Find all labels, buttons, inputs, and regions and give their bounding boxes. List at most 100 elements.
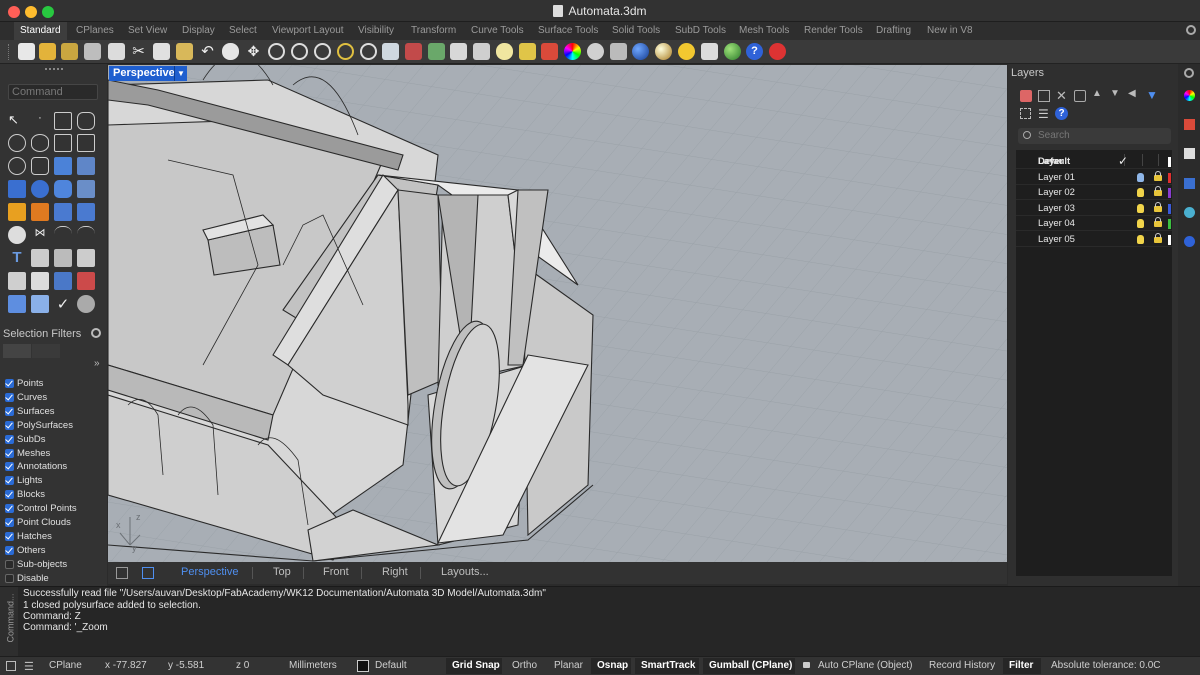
filter-checkbox[interactable] xyxy=(5,476,14,485)
new-file-icon[interactable] xyxy=(18,43,35,60)
tab-new-in-v8[interactable]: New in V8 xyxy=(927,22,973,40)
filter-checkbox[interactable] xyxy=(5,407,14,416)
tab-right[interactable]: Right xyxy=(382,566,408,578)
help-icon[interactable]: ? xyxy=(746,43,763,60)
filter-checkbox[interactable] xyxy=(5,518,14,527)
lock-icon[interactable] xyxy=(1154,201,1162,212)
gumball-icon[interactable] xyxy=(31,295,49,313)
array-icon[interactable] xyxy=(54,249,72,267)
tab-drafting[interactable]: Drafting xyxy=(876,22,911,40)
rectangle-icon[interactable] xyxy=(77,134,95,152)
polygon-icon[interactable] xyxy=(54,134,72,152)
filter-tab-point[interactable] xyxy=(3,344,31,358)
tab-surface-tools[interactable]: Surface Tools xyxy=(538,22,598,40)
extrude-surface-icon[interactable] xyxy=(77,157,95,175)
filter-tab-brush[interactable] xyxy=(32,344,60,358)
layer-row[interactable]: Layer 01 xyxy=(1016,170,1172,185)
delete-layer-icon[interactable]: ✕ xyxy=(1056,88,1067,104)
grid-array-icon[interactable] xyxy=(54,272,72,290)
options-icon[interactable] xyxy=(701,43,718,60)
undo-icon[interactable]: ↶ xyxy=(199,43,216,60)
filter-checkbox[interactable] xyxy=(5,462,14,471)
visibility-lightbulb-icon[interactable] xyxy=(1137,188,1144,197)
block-icon[interactable] xyxy=(77,272,95,290)
checkmark-icon[interactable]: ✓ xyxy=(54,295,72,313)
tab-top[interactable]: Top xyxy=(273,566,291,578)
tab-visibility[interactable]: Visibility xyxy=(358,22,394,40)
mesh-icon[interactable] xyxy=(77,180,95,198)
material-icon[interactable] xyxy=(610,43,627,60)
layer-row[interactable]: Layer 04 xyxy=(1016,216,1172,231)
single-viewport-icon[interactable] xyxy=(142,567,154,579)
new-layer-icon[interactable] xyxy=(1020,90,1032,102)
lock-icon[interactable] xyxy=(1154,186,1162,196)
materials-tab-icon[interactable] xyxy=(1184,207,1195,218)
filter-checkbox[interactable] xyxy=(5,504,14,513)
zoom-icon[interactable] xyxy=(268,43,285,60)
undo-view-icon[interactable] xyxy=(360,43,377,60)
zoom-window-icon[interactable] xyxy=(291,43,308,60)
four-viewports-icon[interactable] xyxy=(382,43,399,60)
save-icon[interactable] xyxy=(61,43,78,60)
fillet-curve-icon[interactable] xyxy=(31,157,49,175)
filter-checkbox[interactable] xyxy=(5,490,14,499)
layer-row[interactable]: Default ✓ xyxy=(1016,154,1172,169)
tab-cplanes[interactable]: CPlanes xyxy=(76,22,114,40)
move-out-icon[interactable]: ◀ xyxy=(1128,88,1136,99)
layer-color-swatch[interactable] xyxy=(1168,219,1171,229)
polyline-icon[interactable] xyxy=(54,112,72,130)
boolean-difference-icon[interactable] xyxy=(31,203,49,221)
viewport-canvas[interactable]: x y z xyxy=(108,65,1007,562)
auto-cplane-toggle[interactable]: Auto CPlane (Object) xyxy=(818,660,913,671)
filter-checkbox[interactable] xyxy=(5,393,14,402)
sphere-display-icon[interactable] xyxy=(587,43,604,60)
viewport-grid-layout-icon[interactable] xyxy=(116,567,128,579)
tab-mesh-tools[interactable]: Mesh Tools xyxy=(739,22,789,40)
cage-edit-icon[interactable] xyxy=(8,295,26,313)
named-views-tab-icon[interactable] xyxy=(1184,178,1195,189)
render-preview-icon[interactable] xyxy=(77,295,95,313)
layer-stack-icon[interactable] xyxy=(541,43,558,60)
rotate-view-icon[interactable]: ✥ xyxy=(245,43,262,60)
tab-curve-tools[interactable]: Curve Tools xyxy=(471,22,524,40)
grid-view-icon[interactable] xyxy=(1020,108,1031,119)
lock-icon[interactable] xyxy=(1154,217,1162,227)
chat-icon[interactable] xyxy=(769,43,786,60)
box-icon[interactable] xyxy=(8,180,26,198)
current-layer[interactable]: Default xyxy=(375,660,407,671)
filter-checkbox[interactable] xyxy=(5,435,14,444)
tab-viewport-layout[interactable]: Viewport Layout xyxy=(272,22,344,40)
sphere-icon[interactable] xyxy=(31,180,49,198)
lightbulb-icon[interactable] xyxy=(496,43,513,60)
expand-chevron-icon[interactable]: » xyxy=(94,358,100,369)
cplane-label[interactable]: CPlane xyxy=(49,660,82,671)
visibility-lightbulb-icon[interactable] xyxy=(1137,172,1144,182)
visibility-lightbulb-icon[interactable] xyxy=(1137,234,1144,244)
ellipse-icon[interactable] xyxy=(31,134,49,152)
visibility-lightbulb-icon[interactable] xyxy=(1137,203,1144,213)
perspective-viewport[interactable]: x y z Perspective ▼ xyxy=(108,65,1007,562)
tab-set-view[interactable]: Set View xyxy=(128,22,167,40)
filter-toggle[interactable]: Filter xyxy=(1009,660,1033,671)
align-icon[interactable] xyxy=(31,272,49,290)
lock-icon[interactable] xyxy=(1154,232,1162,243)
rendered-sphere-icon[interactable] xyxy=(655,43,672,60)
tab-transform[interactable]: Transform xyxy=(411,22,456,40)
command-input[interactable]: Command xyxy=(8,84,98,100)
cut-icon[interactable]: ✂ xyxy=(130,43,147,60)
layer-color-swatch[interactable] xyxy=(1168,157,1171,167)
curve-icon[interactable] xyxy=(77,112,95,130)
join-icon[interactable] xyxy=(77,203,95,221)
layer-search-input[interactable]: Search xyxy=(1018,128,1171,144)
layer-color-swatch[interactable] xyxy=(1168,203,1171,214)
filter-icon[interactable]: ▼ xyxy=(1146,88,1158,102)
explode-icon[interactable] xyxy=(54,203,72,221)
render-car-icon[interactable] xyxy=(428,43,445,60)
layers-tab-icon[interactable] xyxy=(1184,119,1195,130)
layer-color-swatch[interactable] xyxy=(1168,188,1171,198)
boolean-union-icon[interactable] xyxy=(8,203,26,221)
tab-layouts[interactable]: Layouts... xyxy=(441,566,489,578)
mirror-icon[interactable] xyxy=(77,249,95,267)
filter-checkbox[interactable] xyxy=(5,449,14,458)
toggle-sidebar-icon[interactable] xyxy=(6,661,16,671)
